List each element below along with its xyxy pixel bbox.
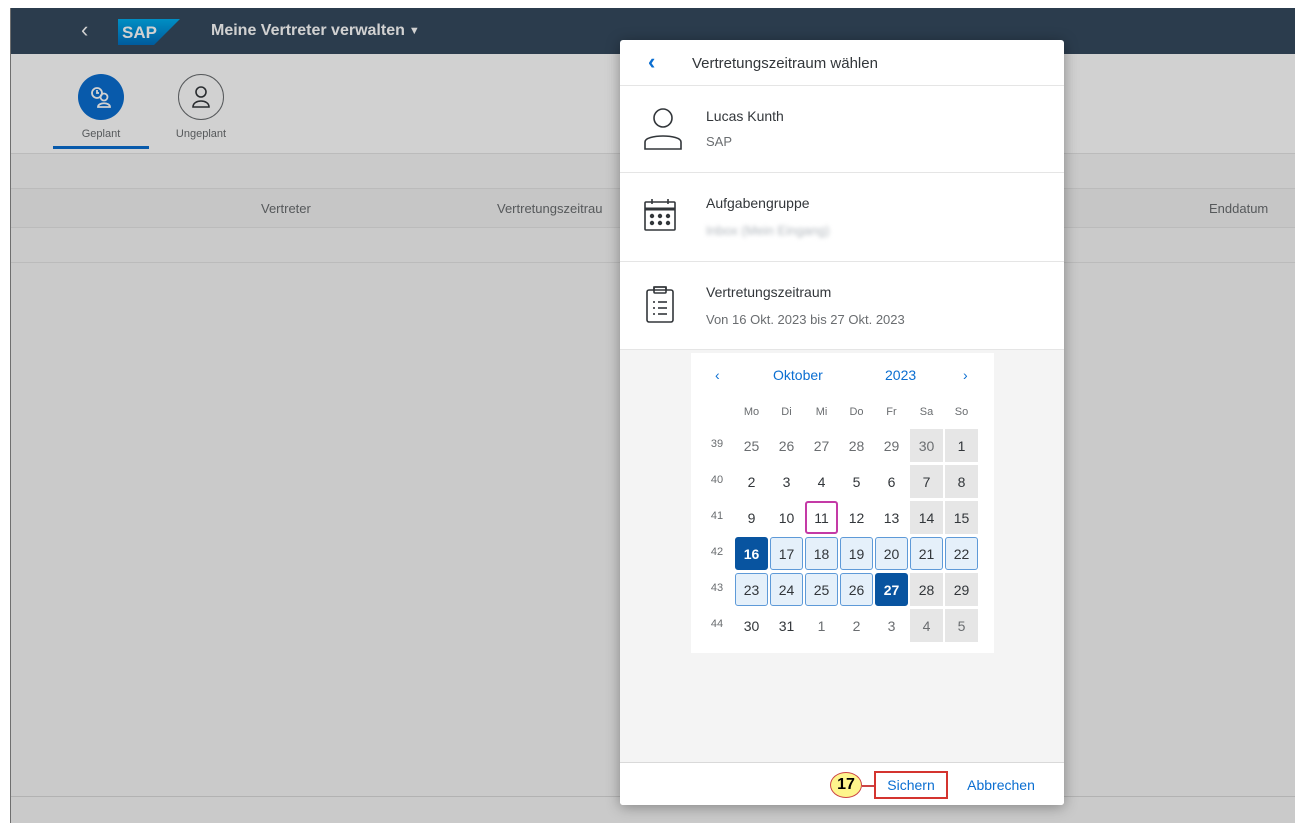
calendar-day[interactable]: 5	[840, 465, 873, 498]
calendar-day[interactable]: 26	[770, 429, 803, 462]
weekday-header: Di	[781, 406, 792, 418]
calendar-day-in-range[interactable]: 19	[840, 537, 873, 570]
year-selector[interactable]: 2023	[885, 367, 916, 383]
next-month-icon[interactable]: ›	[963, 367, 968, 383]
calendar-day[interactable]: 4	[910, 609, 943, 642]
calendar-day[interactable]: 28	[840, 429, 873, 462]
person-icon	[642, 106, 684, 155]
calendar-day[interactable]: 14	[910, 501, 943, 534]
calendar-day-in-range[interactable]: 26	[840, 573, 873, 606]
calendar-day[interactable]: 30	[735, 609, 768, 642]
month-selector[interactable]: Oktober	[773, 367, 823, 383]
calendar-day-range-start[interactable]: 16	[735, 537, 768, 570]
weekday-header: Mi	[815, 406, 828, 418]
calendar-day[interactable]: 28	[910, 573, 943, 606]
dialog-footer: 17 Sichern Abbrechen	[620, 762, 1064, 805]
person-name: Lucas Kunth	[706, 108, 784, 124]
calendar-day[interactable]: 2	[840, 609, 873, 642]
back-icon[interactable]: ‹	[648, 50, 655, 74]
weekday-header: Mo	[743, 406, 760, 418]
substitute-person[interactable]: Lucas Kunth SAP	[620, 86, 1064, 173]
weekday-header: So	[954, 406, 969, 418]
calendar-day-range-end[interactable]: 27	[875, 573, 908, 606]
week-number: 43	[710, 582, 724, 594]
calendar-day[interactable]: 30	[910, 429, 943, 462]
calendar-day[interactable]: 13	[875, 501, 908, 534]
week-number: 44	[710, 618, 724, 630]
calendar-day[interactable]: 29	[875, 429, 908, 462]
calendar-day[interactable]: 2	[735, 465, 768, 498]
week-number: 41	[710, 510, 724, 522]
calendar-day-in-range[interactable]: 21	[910, 537, 943, 570]
calendar-area: ‹ Oktober 2023 › Mo Di Mi Do Fr Sa So 39 25 26 27 2…	[620, 350, 1064, 762]
calendar-day[interactable]: 1	[945, 429, 978, 462]
calendar-day-today[interactable]: 11	[805, 501, 838, 534]
calendar-day[interactable]: 31	[770, 609, 803, 642]
period-value: Von 16 Okt. 2023 bis 27 Okt. 2023	[706, 312, 905, 327]
calendar-day[interactable]: 1	[805, 609, 838, 642]
calendar-day[interactable]: 29	[945, 573, 978, 606]
calendar-day[interactable]: 5	[945, 609, 978, 642]
task-group[interactable]: Aufgabengruppe Inbox (Mein Eingang)	[620, 173, 1064, 262]
calendar-day-in-range[interactable]: 23	[735, 573, 768, 606]
calendar-day[interactable]: 27	[805, 429, 838, 462]
weekday-header: Do	[849, 406, 864, 418]
calendar-day-in-range[interactable]: 18	[805, 537, 838, 570]
weekday-header: Fr	[886, 406, 897, 418]
dialog-title: Vertretungszeitraum wählen	[692, 55, 878, 72]
task-group-value: Inbox (Mein Eingang)	[706, 223, 830, 238]
task-group-label: Aufgabengruppe	[706, 195, 810, 211]
week-number: 39	[710, 438, 724, 450]
calendar-day[interactable]: 25	[735, 429, 768, 462]
calendar-day[interactable]: 12	[840, 501, 873, 534]
dialog-header: ‹ Vertretungszeitraum wählen	[620, 40, 1064, 86]
cancel-button[interactable]: Abbrechen	[956, 771, 1046, 799]
calendar-day-in-range[interactable]: 20	[875, 537, 908, 570]
calendar-day[interactable]: 4	[805, 465, 838, 498]
calendar-day[interactable]: 7	[910, 465, 943, 498]
calendar-day[interactable]: 3	[770, 465, 803, 498]
weekday-header: Sa	[919, 406, 934, 418]
step-marker-connector	[862, 785, 874, 787]
calendar-day-in-range[interactable]: 25	[805, 573, 838, 606]
calendar-day-in-range[interactable]: 22	[945, 537, 978, 570]
clipboard-list-icon	[642, 284, 678, 329]
calendar-day[interactable]: 3	[875, 609, 908, 642]
period-label: Vertretungszeitraum	[706, 284, 832, 300]
calendar-day[interactable]: 6	[875, 465, 908, 498]
week-number: 40	[710, 474, 724, 486]
prev-month-icon[interactable]: ‹	[715, 367, 720, 383]
calendar-day[interactable]: 10	[770, 501, 803, 534]
calendar-icon	[642, 197, 678, 238]
period-dialog: ‹ Vertretungszeitraum wählen Lucas Kunth…	[620, 40, 1064, 805]
calendar-day[interactable]: 9	[735, 501, 768, 534]
person-company: SAP	[706, 134, 733, 149]
calendar-day[interactable]: 15	[945, 501, 978, 534]
calendar: ‹ Oktober 2023 › Mo Di Mi Do Fr Sa So 39 25 26 27 2…	[691, 353, 994, 653]
calendar-day-in-range[interactable]: 24	[770, 573, 803, 606]
calendar-day[interactable]: 8	[945, 465, 978, 498]
calendar-day-in-range[interactable]: 17	[770, 537, 803, 570]
step-marker-badge: 17	[830, 772, 862, 798]
substitution-period[interactable]: Vertretungszeitraum Von 16 Okt. 2023 bis…	[620, 262, 1064, 350]
week-number: 42	[710, 546, 724, 558]
save-button[interactable]: Sichern	[874, 771, 948, 799]
